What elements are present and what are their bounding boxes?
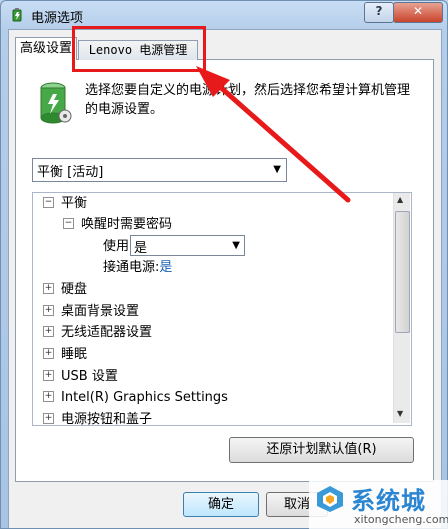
power-plan-value: 平衡 [活动]	[37, 165, 104, 180]
tree-item-label: 平衡	[61, 196, 88, 211]
expand-icon[interactable]: +	[43, 283, 54, 294]
tree-item-balanced[interactable]: − 平衡	[43, 194, 87, 214]
tree-item-label: Intel(R) Graphics Settings	[61, 390, 228, 405]
tree-item-label: 硬盘	[61, 282, 88, 297]
title-bar[interactable]: 电源选项 ? ✕	[1, 1, 447, 29]
battery-value-dropdown[interactable]: 是 ▼	[130, 235, 245, 256]
chevron-down-icon: ▼	[232, 240, 240, 251]
chevron-down-icon: ▼	[273, 164, 281, 175]
window-title: 电源选项	[31, 11, 84, 26]
tree-item[interactable]: + 桌面背景设置	[43, 302, 139, 322]
tree-item-label: 唤醒时需要密码	[81, 217, 173, 232]
expand-icon[interactable]: +	[43, 348, 54, 359]
expand-icon[interactable]: +	[43, 305, 54, 316]
expand-icon[interactable]: +	[43, 413, 54, 424]
battery-value: 是	[134, 241, 148, 256]
tree-item[interactable]: + 电源按钮和盖子	[43, 410, 153, 426]
watermark-logo-icon	[317, 486, 343, 512]
help-button[interactable]: ?	[364, 2, 394, 23]
tree-item[interactable]: + 无线适配器设置	[43, 323, 152, 343]
expand-icon[interactable]: +	[43, 326, 54, 337]
battery-settings-icon	[40, 82, 72, 124]
scrollbar-thumb[interactable]	[395, 211, 410, 333]
expand-icon[interactable]: +	[43, 391, 54, 402]
tree-item[interactable]: + 睡眠	[43, 345, 87, 365]
restore-defaults-button[interactable]: 还原计划默认值(R)	[229, 437, 414, 463]
scroll-down-icon[interactable]: ▼	[397, 409, 403, 418]
power-options-icon	[12, 8, 22, 22]
close-button[interactable]: ✕	[393, 2, 443, 23]
collapse-icon[interactable]: −	[43, 197, 54, 208]
power-plan-dropdown[interactable]: 平衡 [活动] ▼	[32, 158, 287, 182]
settings-tree[interactable]: −平衡 −唤醒时需要密码 使用电池: 接通电源:是 +硬盘 +桌面背景设置 +无…	[32, 192, 412, 426]
tree-item[interactable]: + Intel(R) Graphics Settings	[43, 388, 228, 408]
scroll-up-icon[interactable]: ▲	[397, 195, 403, 204]
tree-item-label: 电源按钮和盖子	[61, 412, 153, 426]
watermark-brand: 系统城	[351, 487, 426, 515]
tree-item-label: 桌面背景设置	[61, 304, 140, 319]
collapse-icon[interactable]: −	[63, 218, 74, 229]
plugged-in-label: 接通电源:	[103, 260, 160, 275]
tree-item-label: 无线适配器设置	[61, 325, 153, 340]
tree-item-wake-password[interactable]: − 唤醒时需要密码	[63, 215, 172, 235]
tree-scrollbar[interactable]: ▲ ▼	[393, 193, 410, 423]
tree-item[interactable]: + USB 设置	[43, 367, 118, 387]
expand-icon[interactable]: +	[43, 370, 54, 381]
watermark-url: xitongcheng.com	[354, 513, 448, 526]
tab-advanced-settings[interactable]: 高级设置	[15, 37, 77, 60]
plugged-in-setting: 接通电源:是	[103, 258, 172, 278]
watermark: 系统城 xitongcheng.com	[309, 480, 448, 529]
ok-button[interactable]: 确定	[183, 492, 259, 517]
tree-item[interactable]: + 硬盘	[43, 280, 87, 300]
tree-item-label: USB 设置	[61, 369, 118, 384]
plugged-in-value[interactable]: 是	[159, 260, 172, 275]
highlight-box	[72, 26, 206, 72]
description-text: 选择您要自定义的电源计划，然后选择您希望计算机管理的电源设置。	[85, 83, 411, 117]
tree-item-label: 睡眠	[61, 347, 88, 362]
